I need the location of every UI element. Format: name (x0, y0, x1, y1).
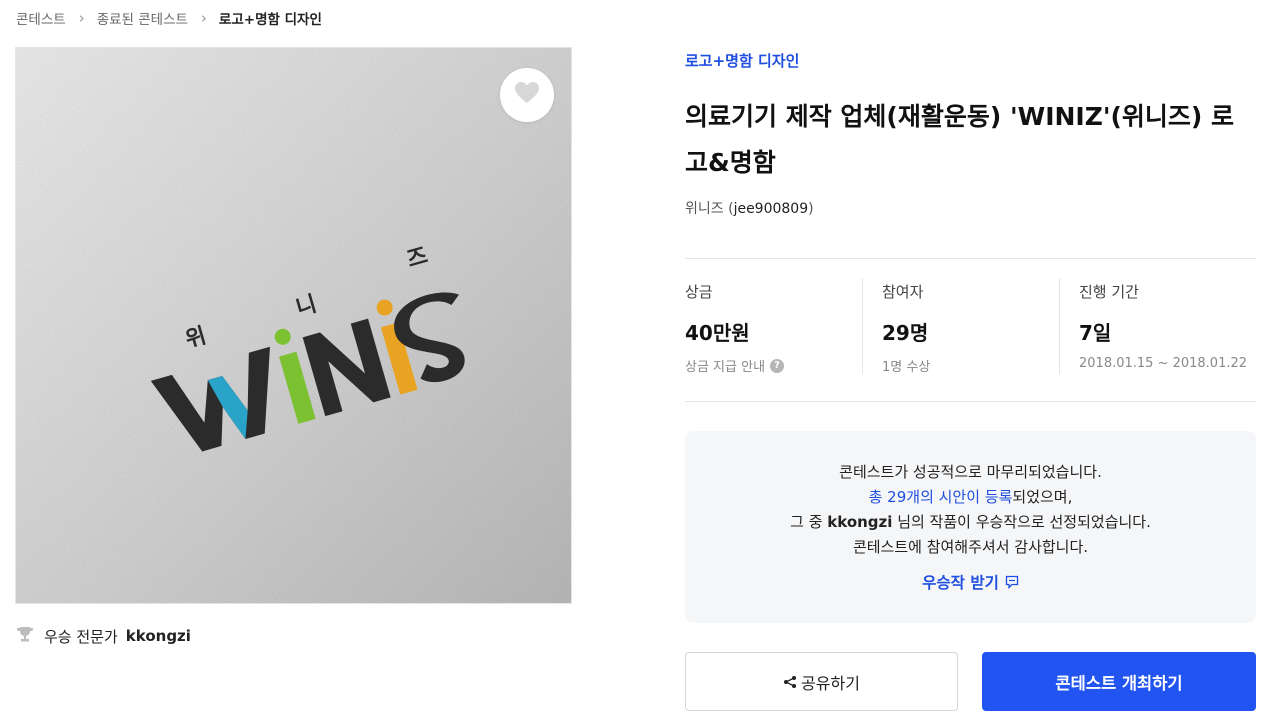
result-line: 총 29개의 시안이 등록되었으며, (685, 485, 1256, 510)
host-id-paren: ) (808, 201, 814, 217)
stat-sub: 1명 수상 (882, 360, 931, 375)
result-line: 그 중 kkongzi 님의 작품이 우승작으로 선정되었습니다. (685, 510, 1256, 535)
result-line: 콘테스트가 성공적으로 마무리되었습니다. (839, 463, 1102, 481)
contest-result-box: 콘테스트가 성공적으로 마무리되었습니다. 총 29개의 시안이 등록되었으며,… (685, 431, 1256, 623)
result-text: 그 중 (790, 513, 828, 531)
host-id: jee900809 (733, 201, 809, 217)
share-button[interactable]: 공유하기 (685, 652, 958, 711)
winner-info: 우승 전문가 kkongzi (16, 625, 191, 647)
host-name: 위니즈 (685, 201, 724, 217)
result-text: 되었으며, (1012, 488, 1073, 506)
host-contest-label: 콘테스트 개최하기 (1055, 673, 1183, 693)
like-button[interactable] (500, 68, 554, 122)
host-id-paren: ( (723, 201, 734, 217)
submission-count-link[interactable]: 총 29개의 시안이 등록 (869, 488, 1013, 506)
trophy-icon (16, 625, 34, 647)
stat-value: 29명 (882, 321, 929, 345)
stat-label: 진행 기간 (1079, 283, 1139, 301)
chevron-right-icon: › (78, 9, 85, 27)
breadcrumb-contest[interactable]: 콘테스트 (16, 8, 66, 28)
stat-label: 참여자 (882, 283, 924, 301)
share-label: 공유하기 (801, 673, 860, 693)
divider (685, 258, 1256, 259)
result-text: 님의 작품이 우승작으로 선정되었습니다. (892, 513, 1151, 531)
result-line: 콘테스트에 참여해주셔서 감사합니다. (852, 538, 1089, 556)
stat-label: 상금 (685, 283, 713, 301)
heart-icon (514, 81, 540, 109)
page-title: 의료기기 제작 업체(재활운동) 'WINIZ'(위니즈) 로고&명함 (685, 102, 1235, 177)
stat-sub: 상금 지급 안내 ? (685, 356, 862, 375)
prize-payment-guide[interactable]: 상금 지급 안내 (685, 356, 765, 375)
stat-period: 진행 기간 7일 2018.01.15 ~ 2018.01.22 (1059, 278, 1256, 374)
host-contest-button[interactable]: 콘테스트 개최하기 (982, 652, 1256, 711)
stat-participants: 참여자 29명 1명 수상 (862, 278, 1059, 375)
stat-sub: 2018.01.15 ~ 2018.01.22 (1079, 356, 1248, 371)
winner-name[interactable]: kkongzi (126, 627, 191, 645)
breadcrumb-ended-contests[interactable]: 종료된 콘테스트 (97, 8, 188, 28)
breadcrumb: 콘테스트 › 종료된 콘테스트 › 로고+명함 디자인 (16, 8, 322, 28)
divider (685, 401, 1256, 402)
chevron-right-icon: › (200, 9, 207, 27)
share-icon (783, 675, 797, 689)
winner-name: kkongzi (827, 513, 893, 531)
receive-label: 우승작 받기 (922, 574, 999, 592)
stat-value: 40만원 (685, 321, 750, 345)
stat-value: 7일 (1079, 321, 1112, 345)
receive-winning-work-link[interactable]: 우승작 받기 (922, 571, 1019, 593)
winning-artwork-image[interactable]: 위 니 즈 (15, 47, 572, 604)
comment-icon (1005, 575, 1019, 589)
stat-prize: 상금 40만원 상금 지급 안내 ? (685, 278, 862, 375)
question-icon[interactable]: ? (770, 358, 785, 373)
contest-stats: 상금 40만원 상금 지급 안내 ? 참여자 29명 1명 수상 진행 기간 7… (685, 278, 1256, 375)
breadcrumb-current: 로고+명함 디자인 (218, 12, 322, 28)
category-link[interactable]: 로고+명함 디자인 (685, 50, 799, 71)
winner-label: 우승 전문가 (44, 627, 118, 646)
host-info: 위니즈 (jee900809) (685, 198, 814, 218)
